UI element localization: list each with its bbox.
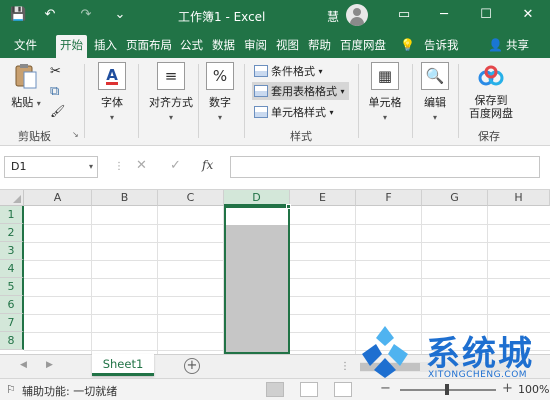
- save-to-baidu-button[interactable]: 保存到 百度网盘: [462, 62, 520, 120]
- font-button[interactable]: A 字体 ▾: [92, 62, 132, 123]
- watermark-logo-icon: [362, 326, 408, 378]
- format-as-table-icon: [254, 85, 268, 97]
- avatar[interactable]: [346, 4, 368, 26]
- undo-icon[interactable]: ↶: [42, 7, 58, 23]
- group-label-clipboard: 剪贴板: [18, 130, 51, 143]
- column-header[interactable]: C: [158, 190, 224, 206]
- tab-page-layout[interactable]: 页面布局: [122, 35, 176, 58]
- page-layout-view-button[interactable]: [300, 382, 318, 397]
- enter-check-icon[interactable]: ✓: [170, 158, 181, 173]
- tab-review[interactable]: 审阅: [240, 35, 271, 58]
- user-name[interactable]: 慧: [327, 8, 339, 25]
- fill-handle[interactable]: [286, 204, 291, 209]
- column-header[interactable]: E: [290, 190, 356, 206]
- row-header[interactable]: 5: [0, 278, 24, 296]
- site-watermark: 系统城 XITONGCHENG.COM: [350, 318, 550, 400]
- accessibility-icon: ⚐: [6, 383, 16, 396]
- watermark-subtext: XITONGCHENG.COM: [428, 370, 528, 380]
- cells-grid-icon: ▦: [371, 62, 399, 90]
- clipboard-launcher-icon[interactable]: ↘: [72, 130, 79, 139]
- row-header[interactable]: 3: [0, 242, 24, 260]
- tab-insert[interactable]: 插入: [90, 35, 121, 58]
- insert-function-icon[interactable]: fx: [202, 158, 213, 172]
- name-box[interactable]: D1 ▾: [4, 156, 98, 178]
- percent-icon: %: [206, 62, 234, 90]
- row-header[interactable]: 2: [0, 224, 24, 242]
- cell-styles-button[interactable]: 单元格样式 ▾: [254, 103, 334, 121]
- sheet-next-icon[interactable]: ▶: [46, 360, 53, 370]
- normal-view-button[interactable]: [266, 382, 284, 397]
- redo-icon[interactable]: ↷: [78, 7, 94, 23]
- conditional-formatting-button[interactable]: 条件格式 ▾: [254, 62, 323, 80]
- share-button[interactable]: 共享: [502, 35, 533, 58]
- add-sheet-icon[interactable]: +: [184, 358, 200, 374]
- cells-button[interactable]: ▦ 单元格 ▾: [362, 62, 408, 123]
- ribbon-display-icon[interactable]: ▭: [384, 0, 424, 30]
- alignment-button[interactable]: ≡ 对齐方式 ▾: [142, 62, 200, 123]
- active-cell[interactable]: [224, 206, 290, 225]
- row-header[interactable]: 8: [0, 332, 24, 350]
- formula-input[interactable]: [230, 156, 540, 178]
- editing-button[interactable]: 🔍 编辑 ▾: [416, 62, 454, 123]
- title-bar: 💾 ↶ ↷ ⌄ 工作簿1 - Excel 慧 ▭ ─ ☐ ✕: [0, 0, 550, 30]
- copy-icon[interactable]: ⧉: [50, 84, 59, 99]
- save-icon[interactable]: 💾: [10, 7, 26, 23]
- cut-icon[interactable]: ✂: [50, 64, 61, 79]
- ribbon: 粘贴 ▾ ✂ ⧉ 🖌 剪贴板 ↘ A 字体 ▾ ≡ 对齐方式 ▾ % 数字 ▾ 条件格…: [0, 58, 550, 146]
- maximize-button[interactable]: ☐: [466, 0, 506, 30]
- close-button[interactable]: ✕: [508, 0, 548, 30]
- group-label-styles: 样式: [290, 130, 312, 143]
- conditional-formatting-icon: [254, 65, 268, 77]
- column-header-selected[interactable]: D: [224, 190, 290, 206]
- tab-formulas[interactable]: 公式: [176, 35, 207, 58]
- window-title: 工作簿1 - Excel: [178, 10, 266, 24]
- clipboard-icon: [12, 62, 40, 90]
- column-header[interactable]: G: [422, 190, 488, 206]
- column-header[interactable]: B: [92, 190, 158, 206]
- accessibility-status[interactable]: 辅助功能: 一切就绪: [22, 383, 117, 399]
- paste-button[interactable]: 粘贴 ▾: [8, 62, 44, 110]
- tab-data[interactable]: 数据: [208, 35, 239, 58]
- format-as-table-button[interactable]: 套用表格格式 ▾: [252, 82, 349, 100]
- ribbon-tabs: 文件 开始 插入 页面布局 公式 数据 审阅 视图 帮助 百度网盘 💡 告诉我 …: [0, 30, 550, 58]
- selected-column-range[interactable]: [224, 206, 290, 354]
- formula-bar: D1 ▾ ⋮ ✕ ✓ fx: [0, 146, 550, 190]
- cancel-icon[interactable]: ✕: [136, 158, 147, 173]
- select-all-corner[interactable]: [0, 190, 24, 206]
- find-magnifier-icon: 🔍: [421, 62, 449, 90]
- tab-file[interactable]: 文件: [10, 35, 41, 58]
- share-person-icon[interactable]: 👤: [488, 38, 503, 52]
- font-icon: A: [98, 62, 126, 90]
- row-header[interactable]: 4: [0, 260, 24, 278]
- row-header[interactable]: 7: [0, 314, 24, 332]
- sheet-prev-icon[interactable]: ◀: [20, 360, 27, 370]
- lightbulb-icon[interactable]: 💡: [400, 38, 415, 52]
- column-header[interactable]: F: [356, 190, 422, 206]
- baidu-cloud-icon: [477, 62, 505, 90]
- row-header[interactable]: 6: [0, 296, 24, 314]
- column-header[interactable]: A: [24, 190, 92, 206]
- watermark-text: 系统城: [426, 334, 534, 374]
- tell-me-search[interactable]: 告诉我: [420, 35, 463, 58]
- format-painter-icon[interactable]: 🖌: [50, 104, 65, 118]
- row-header[interactable]: 1: [0, 206, 24, 224]
- tab-view[interactable]: 视图: [272, 35, 303, 58]
- group-label-save: 保存: [478, 130, 500, 143]
- qat-more-icon[interactable]: ⌄: [112, 7, 128, 23]
- tab-baidu-netdisk[interactable]: 百度网盘: [336, 35, 390, 58]
- sheet-tab-sheet1[interactable]: Sheet1: [92, 354, 154, 376]
- tab-home[interactable]: 开始: [56, 35, 87, 58]
- number-button[interactable]: % 数字 ▾: [202, 62, 238, 123]
- cell-styles-icon: [254, 106, 268, 118]
- minimize-button[interactable]: ─: [424, 0, 464, 30]
- tab-help[interactable]: 帮助: [304, 35, 335, 58]
- align-icon: ≡: [157, 62, 185, 90]
- column-header[interactable]: H: [488, 190, 550, 206]
- tab-split-handle[interactable]: ⋮: [340, 361, 350, 372]
